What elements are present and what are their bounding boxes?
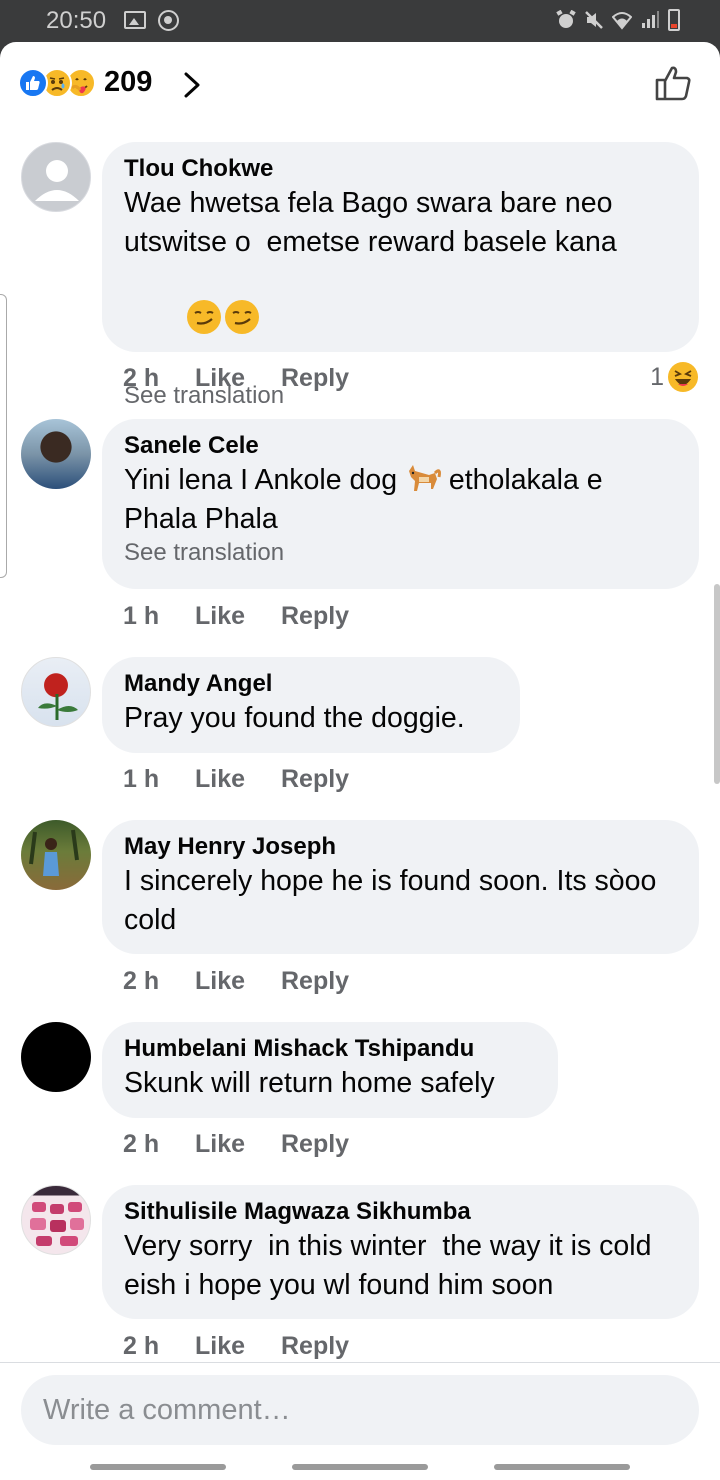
reply-button[interactable]: Reply [281, 364, 349, 393]
comment-author[interactable]: Humbelani Mishack Tshipandu [124, 1034, 536, 1064]
comment-reaction-count: 1 [650, 362, 664, 391]
comment-text: Pray you found the doggie. [124, 702, 465, 734]
comment-actions: 2 h Like Reply [123, 364, 349, 393]
comment-time[interactable]: 2 h [123, 1332, 195, 1361]
nav-home-handle[interactable] [292, 1464, 428, 1470]
comment-time[interactable]: 2 h [123, 1130, 195, 1159]
reply-button[interactable]: Reply [281, 967, 349, 996]
status-icons [556, 9, 680, 31]
comment-time[interactable]: 2 h [123, 364, 195, 393]
reply-button[interactable]: Reply [281, 765, 349, 794]
battery-icon [668, 9, 680, 31]
reply-button[interactable]: Reply [281, 1130, 349, 1159]
write-comment-input[interactable] [21, 1375, 699, 1445]
status-time: 20:50 [46, 7, 107, 34]
avatar-sanele[interactable] [21, 419, 91, 489]
reactions-header: 209 [0, 42, 720, 126]
smirk-emoji [187, 299, 222, 334]
circle-icon [158, 10, 179, 31]
comment-actions: 2 h Like Reply [123, 1130, 349, 1159]
avatar-humbelani[interactable] [21, 1022, 91, 1092]
haha-reaction-icon [668, 362, 698, 392]
see-translation-link[interactable]: See translation [124, 536, 677, 570]
reaction-count: 209 [104, 66, 153, 98]
comment-time[interactable]: 1 h [123, 602, 195, 631]
avatar-sithulisile[interactable] [21, 1185, 91, 1255]
reactions-summary[interactable]: 209 [18, 66, 152, 99]
signal-icon [642, 11, 659, 28]
like-reaction-icon [18, 67, 48, 98]
comment-author[interactable]: Sanele Cele [124, 431, 677, 461]
status-bar: 20:50 [0, 0, 720, 42]
comment-time[interactable]: 2 h [123, 967, 195, 996]
like-button[interactable]: Like [195, 1130, 281, 1159]
like-button[interactable]: Like [195, 602, 281, 631]
avatar-mandy[interactable] [21, 657, 91, 727]
alarm-icon [556, 10, 576, 28]
nav-recents-handle[interactable] [494, 1464, 630, 1470]
avatar-may[interactable] [21, 820, 91, 890]
comment-bubble[interactable]: Sanele Cele Yini lena I Ankole dog ethol… [102, 419, 699, 589]
comment-actions: 2 h Like Reply [123, 1332, 349, 1361]
wifi-icon [612, 12, 632, 30]
comment-actions: 1 h Like Reply [123, 765, 349, 794]
nav-back-handle[interactable] [90, 1464, 226, 1470]
gallery-icon [124, 11, 146, 29]
like-button[interactable]: Like [195, 967, 281, 996]
scrollbar-thumb[interactable] [714, 584, 720, 784]
reply-button[interactable]: Reply [281, 602, 349, 631]
comment-actions: 1 h Like Reply [123, 602, 349, 631]
reply-button[interactable]: Reply [281, 1332, 349, 1361]
comment-text: I sincerely hope he is found soon. Its s… [124, 865, 665, 936]
like-button[interactable]: Like [195, 765, 281, 794]
comment-bubble[interactable]: Mandy Angel Pray you found the doggie. [102, 657, 520, 753]
comment-text: Yini lena I Ankole dog etholakala e Phal… [124, 461, 677, 538]
comment-text: Wae hwetsa fela Bago swara bare neo utsw… [124, 187, 621, 258]
mute-icon [585, 11, 603, 29]
dog-emoji [408, 465, 441, 491]
comment-author[interactable]: Sithulisile Magwaza Sikhumba [124, 1197, 677, 1227]
comment-actions: 2 h Like Reply [123, 967, 349, 996]
comment-bubble[interactable]: Tlou Chokwe Wae hwetsa fela Bago swara b… [102, 142, 699, 409]
left-edge-handle [0, 294, 7, 578]
comment-emoji-line [124, 261, 677, 377]
comment-text: Skunk will return home safely [124, 1067, 495, 1099]
comment-reactions[interactable]: 1 [650, 362, 698, 392]
comment-author[interactable]: May Henry Joseph [124, 832, 677, 862]
comment-bubble[interactable]: Humbelani Mishack Tshipandu Skunk will r… [102, 1022, 558, 1118]
comment-author[interactable]: Mandy Angel [124, 669, 498, 699]
smirk-emoji [225, 299, 260, 334]
comment-author[interactable]: Tlou Chokwe [124, 154, 677, 184]
like-button[interactable]: Like [195, 1332, 281, 1361]
comment-composer [0, 1362, 720, 1452]
comment-time[interactable]: 1 h [123, 765, 195, 794]
thumbs-up-outline-icon[interactable] [654, 64, 692, 102]
avatar-default[interactable] [21, 142, 91, 212]
like-button[interactable]: Like [195, 364, 281, 393]
gesture-nav-bar [0, 1452, 720, 1480]
comment-bubble[interactable]: Sithulisile Magwaza Sikhumba Very sorry … [102, 1185, 699, 1319]
chevron-right-icon[interactable] [182, 72, 202, 98]
comment-text-part: Yini lena I Ankole dog [124, 464, 405, 496]
comments-sheet: 209 Tlou Chokwe Wae hwetsa fela Bago swa… [0, 42, 720, 1480]
comment-bubble[interactable]: May Henry Joseph I sincerely hope he is … [102, 820, 699, 954]
comment-text: Very sorry in this winter the way it is … [124, 1230, 660, 1301]
